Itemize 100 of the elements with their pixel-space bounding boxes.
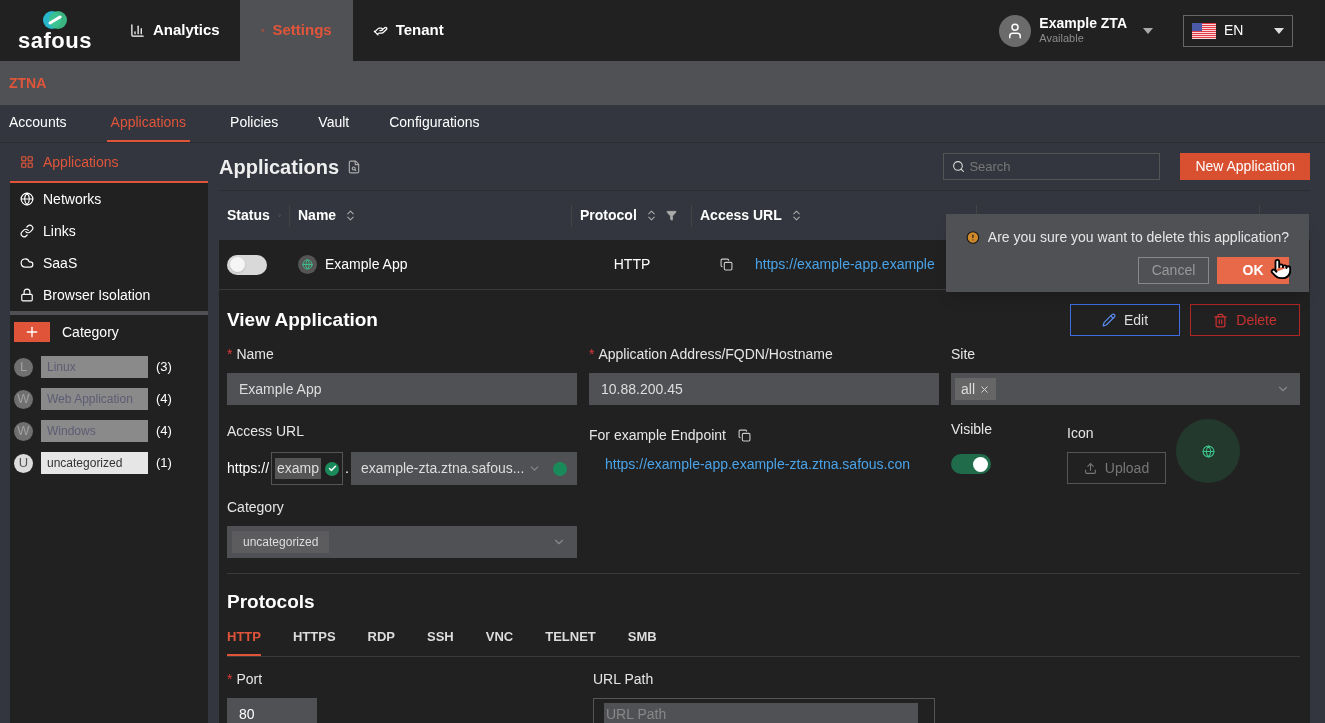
- link-icon: [20, 224, 34, 238]
- upload-button[interactable]: Upload: [1067, 452, 1166, 484]
- copy-icon[interactable]: [720, 258, 733, 271]
- address-field[interactable]: 10.88.200.45: [589, 373, 939, 405]
- view-title: View Application: [227, 307, 378, 332]
- field-label: Visible: [951, 420, 992, 439]
- nav-tab[interactable]: Analytics: [110, 0, 240, 61]
- url-path-placeholder: URL Path: [604, 703, 918, 723]
- url-separator: .: [344, 459, 350, 478]
- flag-icon: [1192, 22, 1216, 39]
- document-search-icon: [347, 159, 361, 174]
- category-select[interactable]: uncategorized: [227, 526, 577, 558]
- check-icon: [553, 461, 567, 476]
- upload-icon: [1083, 461, 1097, 475]
- category-item[interactable]: uncategorized: [41, 452, 148, 474]
- required-mark: *: [589, 345, 595, 364]
- url-prefix: https://: [227, 459, 270, 478]
- name-field[interactable]: Example App: [227, 373, 577, 405]
- protocol-tab[interactable]: HTTP: [227, 626, 261, 656]
- sidebar-item[interactable]: SaaS: [10, 247, 208, 279]
- sidebar-item[interactable]: Networks: [10, 183, 208, 215]
- category-tag: uncategorized: [232, 531, 330, 553]
- field-label: Category: [227, 498, 284, 517]
- grid-icon: [20, 155, 34, 169]
- cloud-icon: [20, 256, 34, 270]
- sidebar-item[interactable]: Links: [10, 215, 208, 247]
- field-label: URL Path: [593, 670, 654, 689]
- globe-icon: [20, 192, 34, 206]
- protocol-tab[interactable]: RDP: [367, 626, 396, 656]
- category-count: (1): [156, 454, 172, 473]
- sub-tab[interactable]: Accounts: [9, 105, 67, 142]
- nav-tab[interactable]: Tenant: [352, 0, 464, 61]
- protocol-tab[interactable]: HTTPS: [292, 626, 336, 656]
- protocol-tab[interactable]: SMB: [627, 626, 657, 656]
- subdomain-field[interactable]: examp: [271, 452, 344, 485]
- table-cell-text: HTTP: [613, 255, 651, 274]
- new-application-button[interactable]: New Application: [1180, 153, 1310, 180]
- language-select[interactable]: EN: [1183, 14, 1293, 47]
- field-label: Site: [951, 345, 976, 364]
- category-count: (4): [156, 390, 172, 409]
- warning-icon: [966, 230, 980, 245]
- confirm-message: Are you sure you want to delete this application?: [987, 228, 1289, 247]
- trash-icon: [1213, 312, 1229, 328]
- field-label: Icon: [1067, 424, 1094, 443]
- site-select[interactable]: all: [951, 373, 1300, 405]
- access-url-link[interactable]: https://example-app.example: [755, 254, 935, 275]
- add-category-button[interactable]: [14, 322, 50, 342]
- plus-icon: [24, 324, 40, 340]
- required-mark: *: [227, 345, 233, 364]
- search-placeholder: Search: [969, 157, 1011, 176]
- status-toggle[interactable]: [227, 254, 267, 275]
- category-count: (4): [156, 422, 172, 441]
- copy-icon[interactable]: [737, 429, 751, 442]
- domain-select[interactable]: example-zta.ztna.safous...: [350, 452, 577, 485]
- table-cell-text: Example App: [325, 255, 408, 274]
- page-title: Applications: [219, 154, 339, 180]
- field-label: Name: [236, 345, 274, 364]
- user-menu[interactable]: Example ZTA Available: [999, 14, 1153, 47]
- field-label: Access URL: [227, 422, 305, 441]
- hand-cursor-icon: [1270, 258, 1292, 280]
- search-icon: [952, 160, 966, 173]
- logo-icon: [42, 9, 68, 30]
- port-field[interactable]: 80: [227, 698, 317, 723]
- brand-name: safous: [17, 29, 93, 52]
- protocol-tab[interactable]: TELNET: [545, 626, 596, 656]
- column-header[interactable]: Name: [290, 204, 572, 227]
- protocol-tab[interactable]: SSH: [427, 626, 454, 656]
- section-heading: Protocols: [227, 591, 315, 612]
- category-header: Category: [62, 322, 119, 342]
- lock-icon: [20, 288, 34, 302]
- globe-icon: [302, 259, 313, 270]
- field-label: Application Address/FQDN/Hostname: [598, 345, 833, 364]
- close-icon[interactable]: [979, 383, 990, 395]
- sub-tab[interactable]: Vault: [318, 105, 350, 142]
- avatar-icon: [999, 14, 1032, 47]
- globe-icon: [1201, 444, 1215, 458]
- column-header[interactable]: Status: [219, 204, 290, 227]
- user-name: Example ZTA: [1039, 14, 1127, 33]
- edit-button[interactable]: Edit: [1070, 304, 1180, 336]
- category-initial: U: [14, 453, 33, 473]
- protocol-tab[interactable]: VNC: [485, 626, 514, 656]
- chart-icon: [130, 23, 145, 38]
- required-mark: *: [227, 670, 233, 689]
- field-label: For example Endpoint: [589, 426, 726, 445]
- sidebar-item[interactable]: Browser Isolation: [10, 279, 208, 311]
- caret-icon: [1274, 27, 1284, 34]
- endpoint-link[interactable]: https://example-app.example-zta.ztna.safous.con: [605, 454, 915, 475]
- visible-toggle[interactable]: [951, 454, 991, 474]
- section-title: ZTNA: [9, 73, 47, 93]
- pencil-icon: [1101, 313, 1116, 327]
- site-tag: all: [955, 378, 996, 400]
- field-label: Port: [236, 670, 263, 689]
- category-count: (3): [156, 358, 172, 377]
- caret-icon: [1143, 27, 1153, 34]
- user-status: Available: [1039, 32, 1085, 47]
- filter-icon: [665, 210, 677, 221]
- sub-tab[interactable]: Policies: [230, 105, 279, 142]
- sub-tab[interactable]: Configurations: [389, 105, 480, 142]
- check-icon: [325, 461, 340, 476]
- column-header[interactable]: Protocol: [572, 204, 692, 227]
